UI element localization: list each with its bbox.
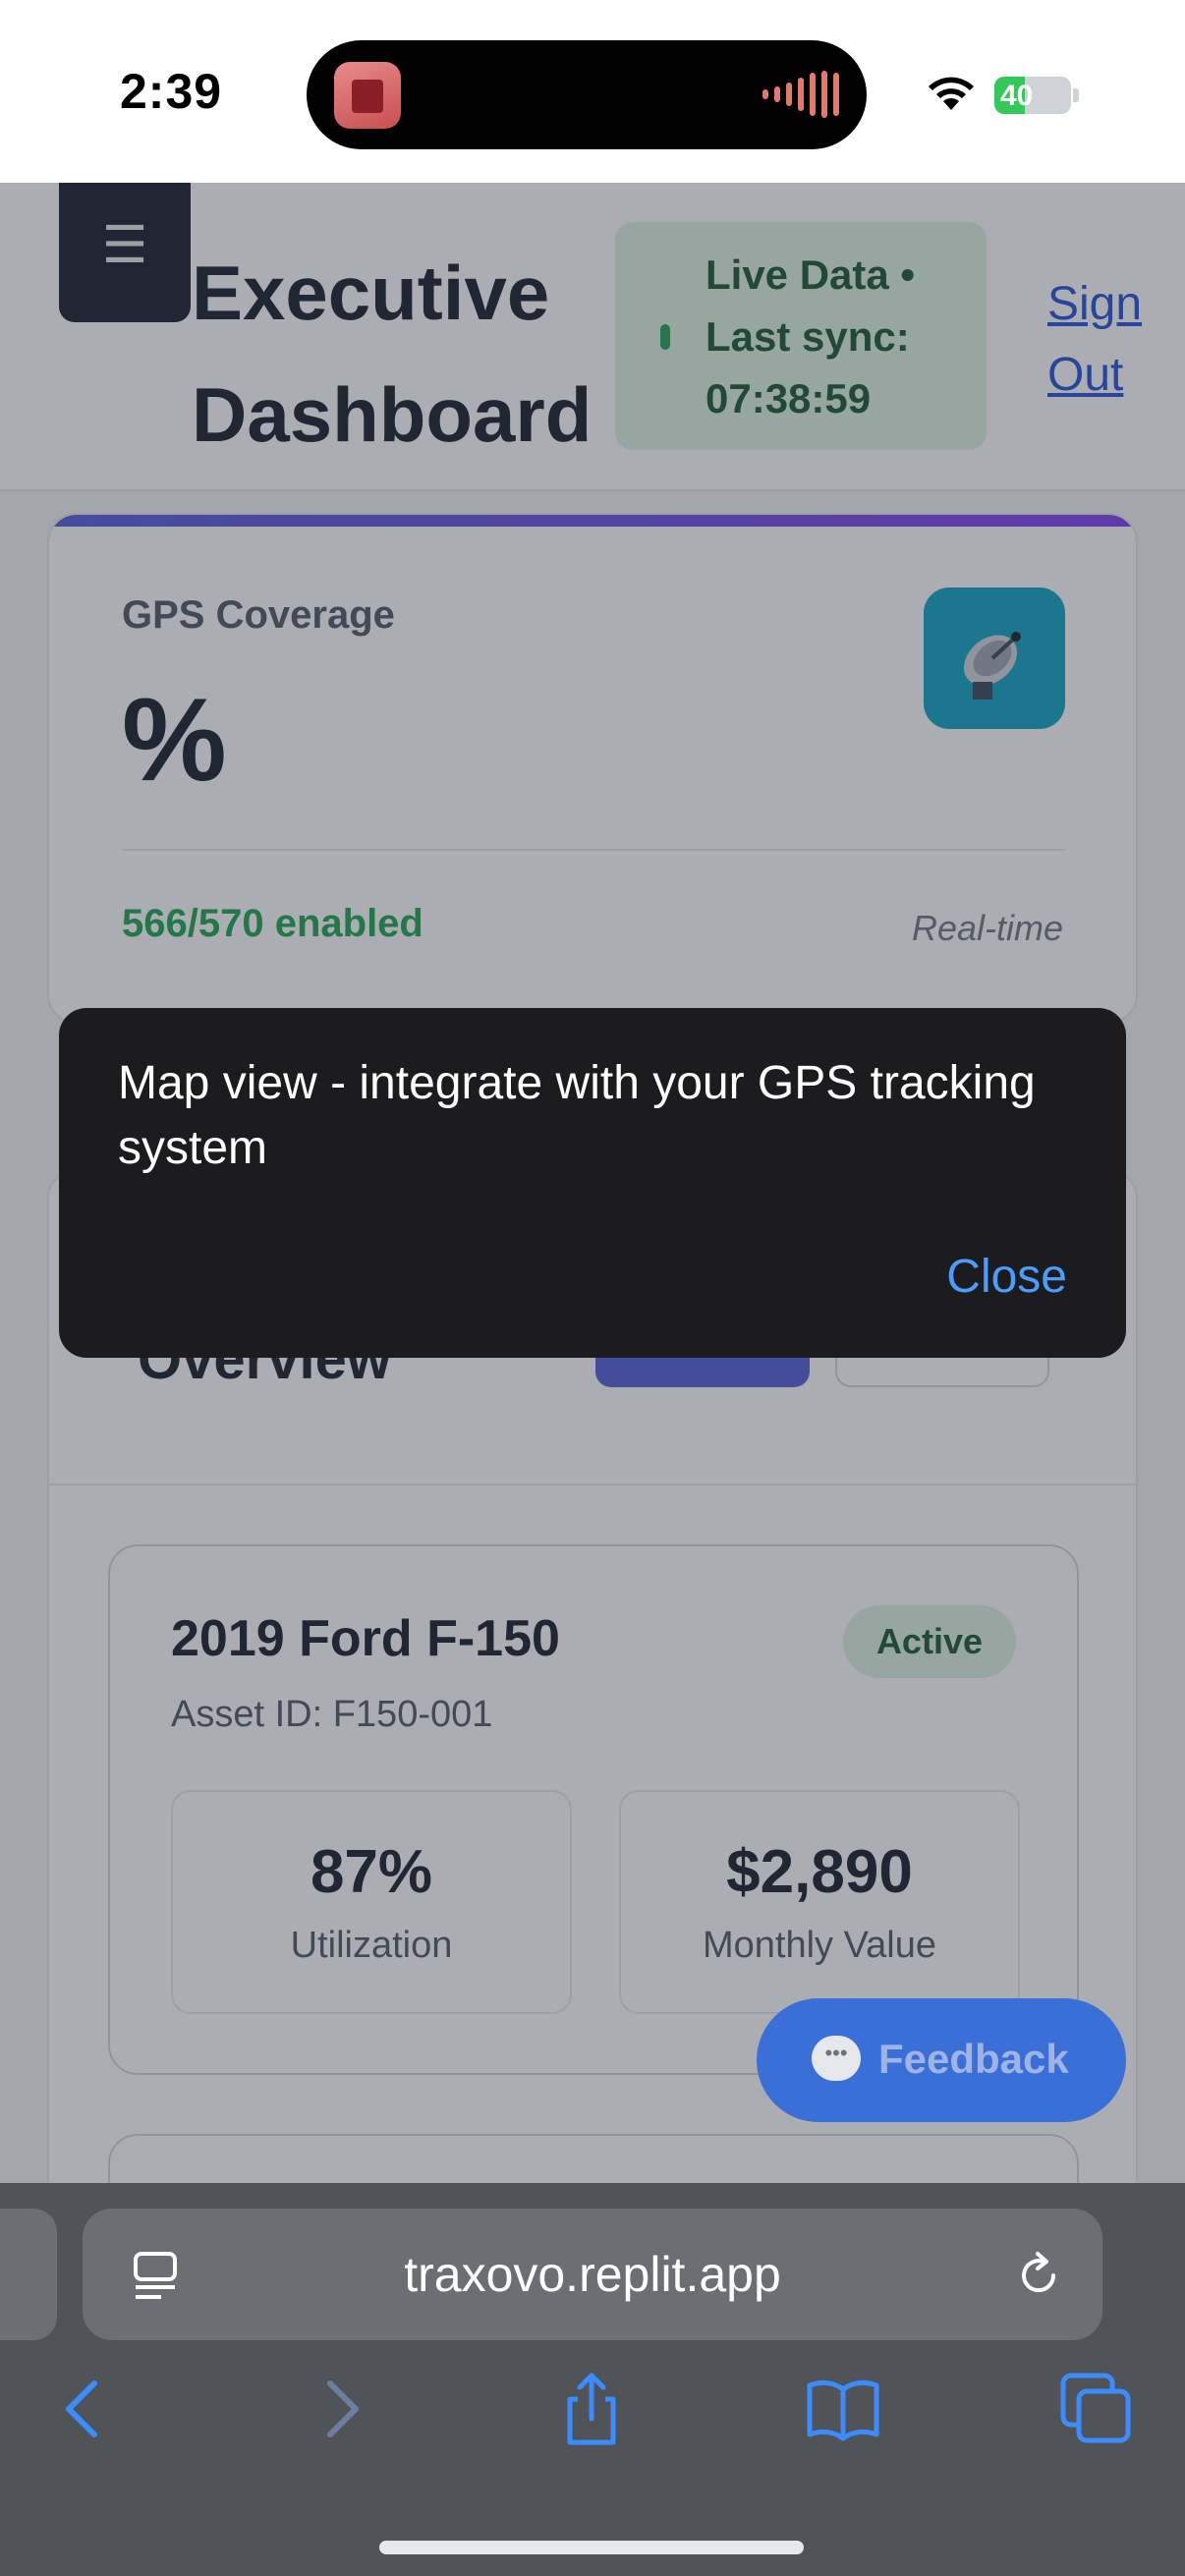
browser-chrome: traxovo.replit.app [0,2183,1185,2576]
map-view-dialog: Map view - integrate with your GPS track… [59,1008,1126,1358]
bookmarks-icon[interactable] [804,2370,882,2448]
wifi-icon [929,77,974,110]
dynamic-island[interactable] [307,40,867,149]
feedback-button[interactable]: ••• Feedback [757,1998,1126,2122]
forward-icon[interactable] [301,2370,379,2448]
previous-tab-preview[interactable] [0,2209,57,2340]
now-playing-app-icon [334,62,401,129]
feedback-label: Feedback [878,2036,1069,2082]
dialog-message: Map view - integrate with your GPS track… [118,1057,1036,1174]
close-button[interactable]: Close [946,1250,1067,1304]
status-time: 2:39 [120,64,223,119]
battery-icon: 40 [994,77,1071,114]
chat-bubble-icon: ••• [812,2036,861,2081]
home-indicator[interactable] [379,2541,804,2554]
audio-waveform-icon [762,70,839,119]
battery-label: 40 [1000,80,1034,112]
tabs-icon[interactable] [1057,2370,1136,2448]
reload-icon[interactable] [1014,2250,1063,2299]
back-icon[interactable] [45,2370,124,2448]
battery-tip [1073,88,1079,102]
status-bar: 2:39 40 [0,0,1185,183]
address-bar[interactable]: traxovo.replit.app [83,2209,1102,2340]
url-text: traxovo.replit.app [404,2247,781,2302]
share-icon[interactable] [552,2370,631,2448]
